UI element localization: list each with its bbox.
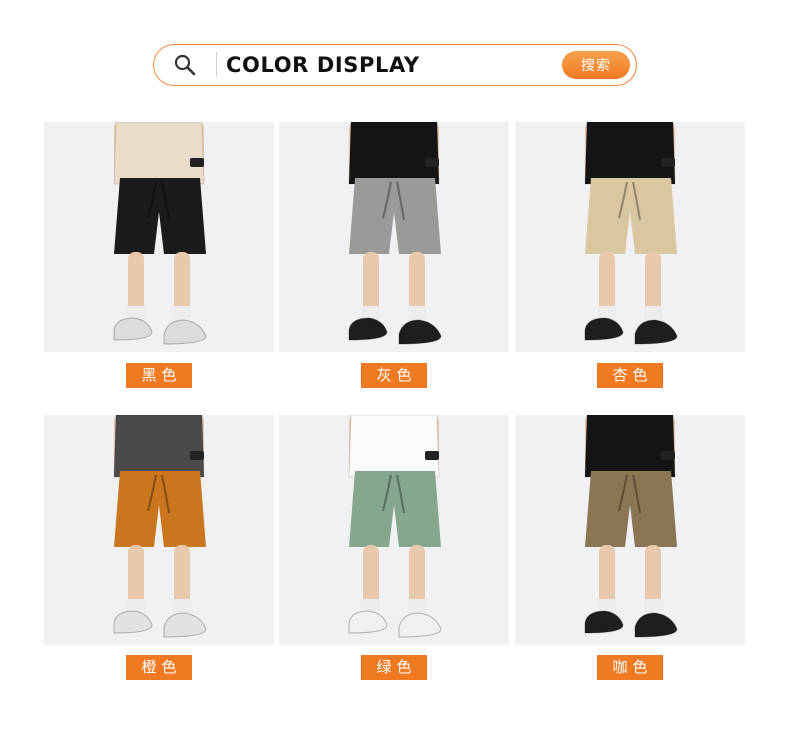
shirt [113,122,205,185]
model-illustration [348,415,442,638]
shorts [114,471,206,547]
shorts [585,471,677,547]
color-tag-coffee[interactable]: 咖色 [597,655,663,680]
watch [661,451,675,460]
product-image-coffee[interactable] [515,415,745,645]
color-tag-green[interactable]: 绿色 [361,655,427,680]
search-title: COLOR DISPLAY [226,53,420,77]
shoe-left [348,317,388,341]
shoe-left [113,317,153,341]
product-image-orange[interactable] [44,415,274,645]
watch [190,451,204,460]
search-button[interactable]: 搜索 [562,51,630,79]
sock-right [408,599,426,613]
model-illustration [113,415,207,638]
shoe-left [113,610,153,634]
sock-right [173,599,191,613]
shorts [349,178,441,254]
shoe-right [634,319,678,345]
watch [425,451,439,460]
shoe-right [163,612,207,638]
shirt [584,122,676,185]
model-illustration [113,122,207,345]
watch [190,158,204,167]
shorts [349,471,441,547]
sock-right [173,306,191,320]
shirt [348,415,440,478]
sock-right [644,306,662,320]
search-bar[interactable]: COLOR DISPLAY 搜索 [153,44,637,86]
color-tag-gray[interactable]: 灰色 [361,363,427,388]
shoe-right [634,612,678,638]
search-divider [216,52,217,77]
shirt [113,415,205,478]
search-icon[interactable] [154,45,216,84]
shoe-left [584,610,624,634]
shoe-right [398,319,442,345]
shoe-right [398,612,442,638]
shorts [585,178,677,254]
shorts [114,178,206,254]
watch [425,158,439,167]
color-tag-black[interactable]: 黑色 [126,363,192,388]
product-image-gray[interactable] [279,122,509,352]
shirt [584,415,676,478]
product-image-apricot[interactable] [515,122,745,352]
shoe-left [584,317,624,341]
model-illustration [584,122,678,345]
color-tag-orange[interactable]: 橙色 [126,655,192,680]
shoe-left [348,610,388,634]
model-illustration [348,122,442,345]
sock-right [644,599,662,613]
color-tag-apricot[interactable]: 杏色 [597,363,663,388]
product-image-black[interactable] [44,122,274,352]
shirt [348,122,440,185]
product-image-green[interactable] [279,415,509,645]
sock-right [408,306,426,320]
model-illustration [584,415,678,638]
shoe-right [163,319,207,345]
watch [661,158,675,167]
